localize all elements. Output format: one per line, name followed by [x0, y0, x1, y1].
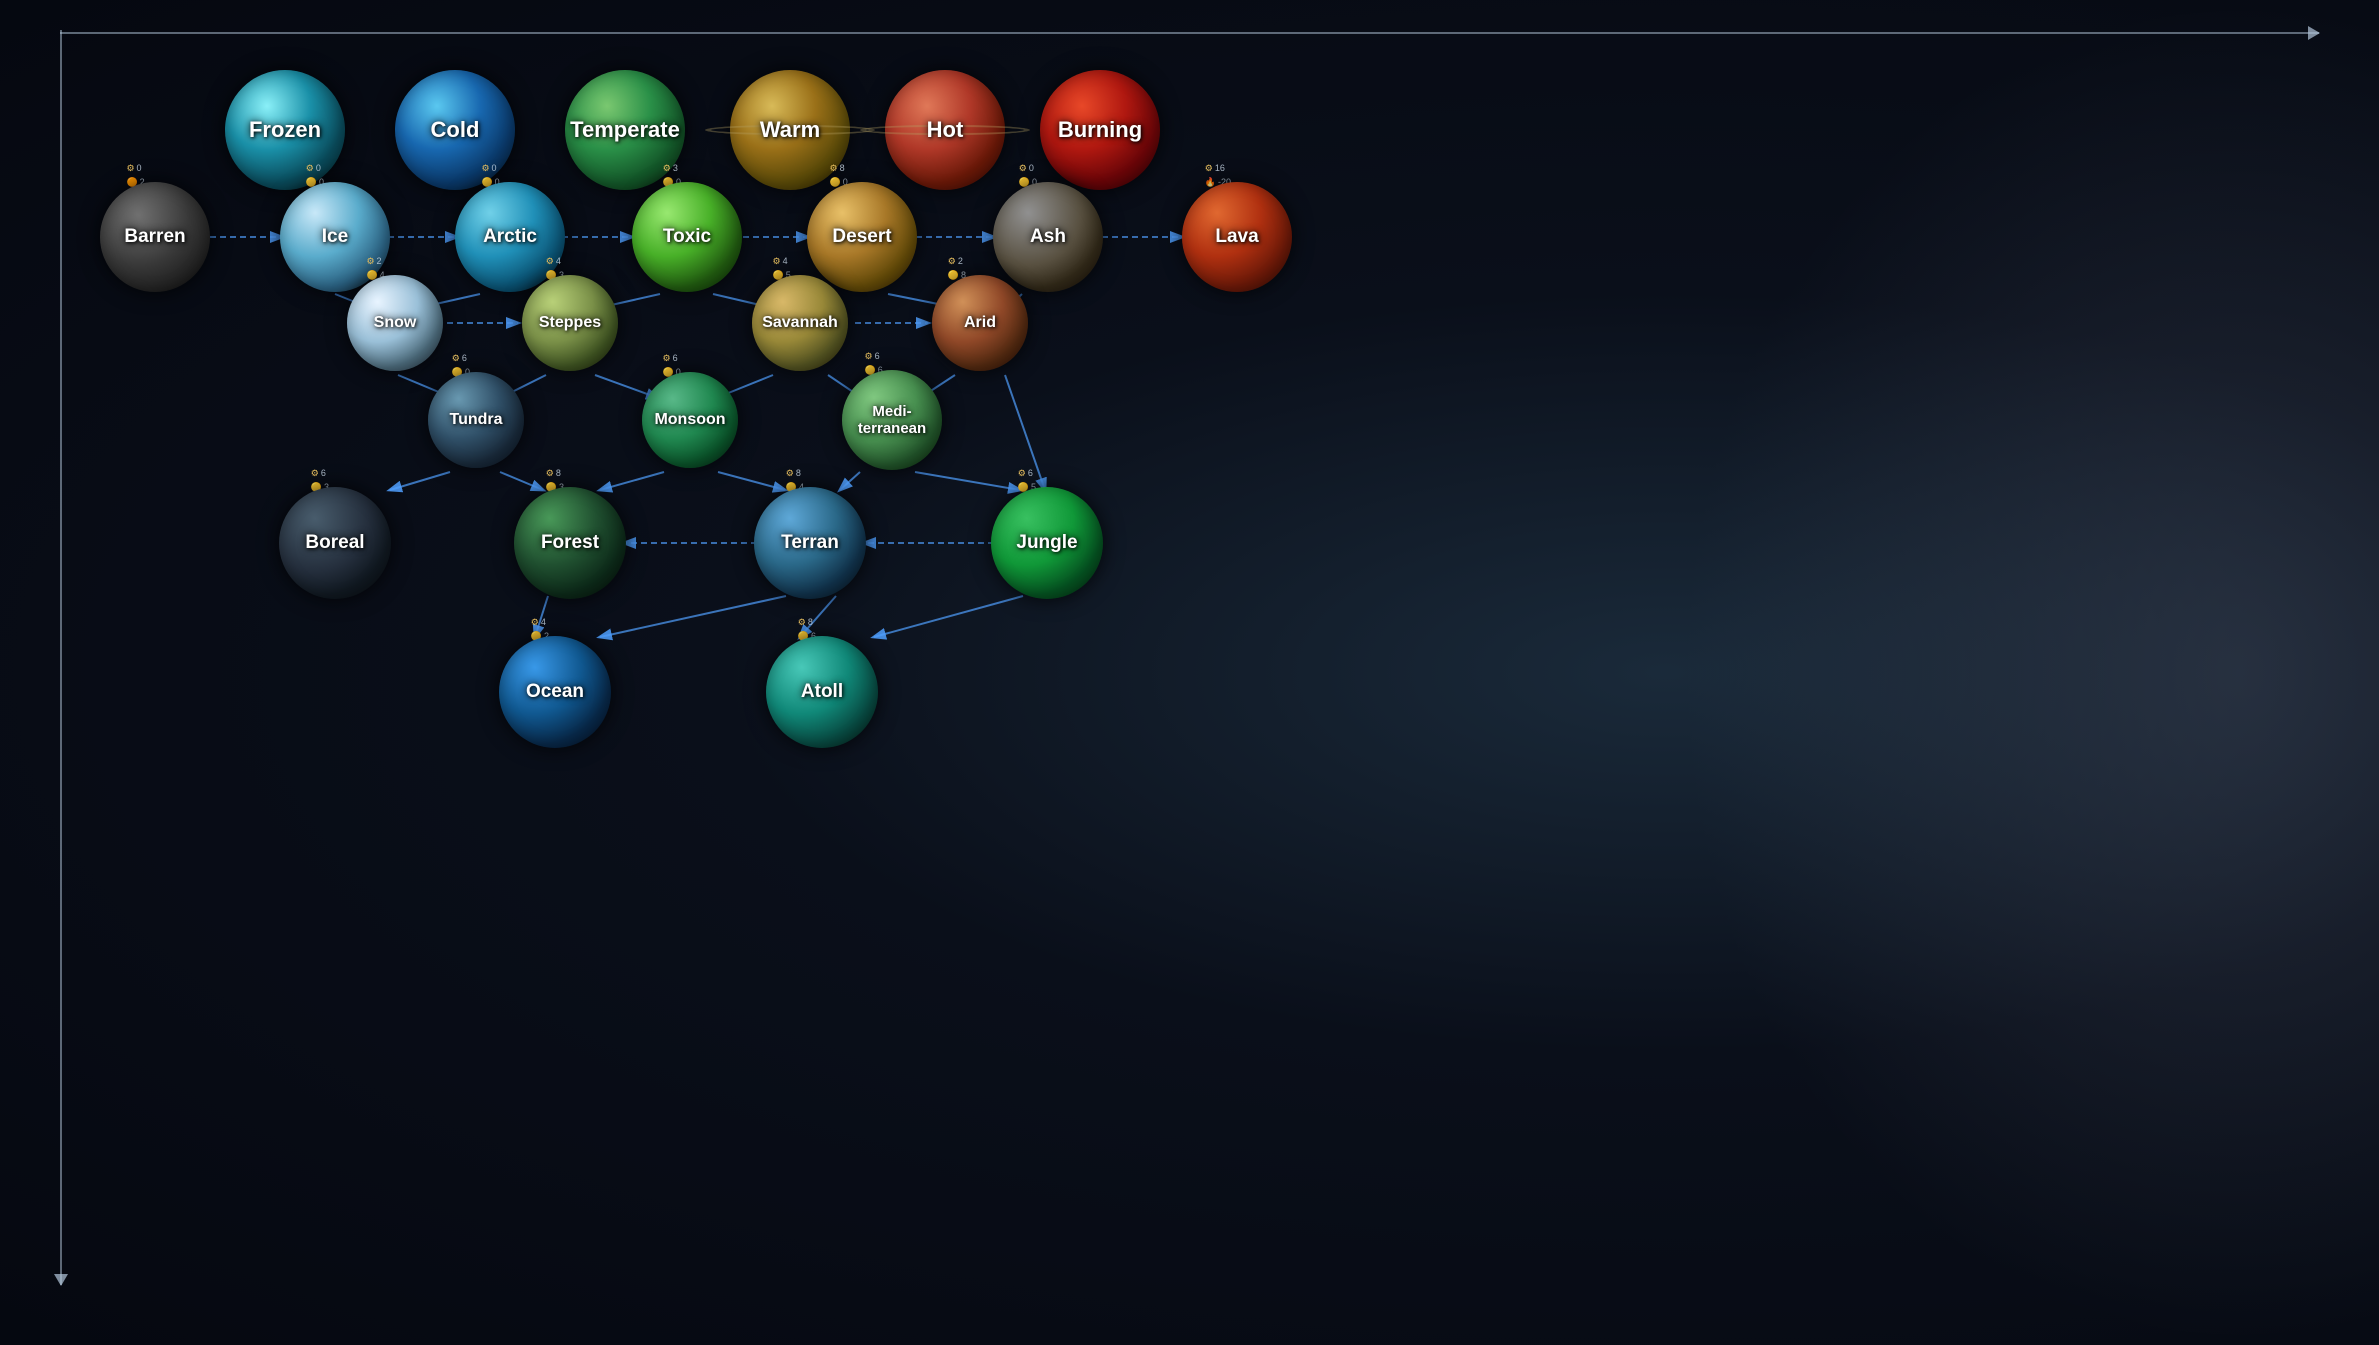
planet-type-hot[interactable]: Hot — [885, 70, 1005, 190]
planet-jungle[interactable]: ⚙6🟡5🟠10Jungle — [991, 487, 1103, 599]
planet-savannah[interactable]: ⚙4🟡5🟠5🌡-5Savannah — [752, 275, 848, 371]
planet-forest[interactable]: ⚙8🟡3🟠4🟣5Forest — [514, 487, 626, 599]
planet-boreal[interactable]: ⚙6🟡3🟠5Boreal — [279, 487, 391, 599]
planet-arid[interactable]: ⚙2🟡8🔥-10Arid — [932, 275, 1028, 371]
planet-atoll[interactable]: ⚙8🟡6🟠6Atoll — [766, 636, 878, 748]
temperature-axis — [60, 32, 2319, 34]
planet-ocean[interactable]: ⚙4🟡2🟠5🟣4Ocean — [499, 636, 611, 748]
planet-lava[interactable]: ⚙16🔥-20Lava — [1182, 182, 1292, 292]
planet-type-burning[interactable]: Burning — [1040, 70, 1160, 190]
planet-mediterranean[interactable]: ⚙6🟡6🟠0🌡-5Medi-terranean — [842, 370, 942, 470]
planet-monsoon[interactable]: ⚙6🟡0🟠6🌡-5Monsoon — [642, 372, 738, 468]
cloud-background — [1679, 0, 2379, 1345]
planet-barren[interactable]: ⚙0🟠2♦16❄-20Barren — [100, 182, 210, 292]
planet-snow[interactable]: ⚙2🟡4❄-10Snow — [347, 275, 443, 371]
planet-steppes[interactable]: ⚙4🟡3🟠5❄-5Steppes — [522, 275, 618, 371]
biodiversity-axis — [60, 30, 62, 1285]
planet-terran[interactable]: ⚙8🟡4🟠6🟣5Terran — [754, 487, 866, 599]
planet-tundra[interactable]: ⚙6🟡0🟠6❄-1❄-5Tundra — [428, 372, 524, 468]
planet-toxic[interactable]: ⚙3🟡0🟠0Toxic — [632, 182, 742, 292]
